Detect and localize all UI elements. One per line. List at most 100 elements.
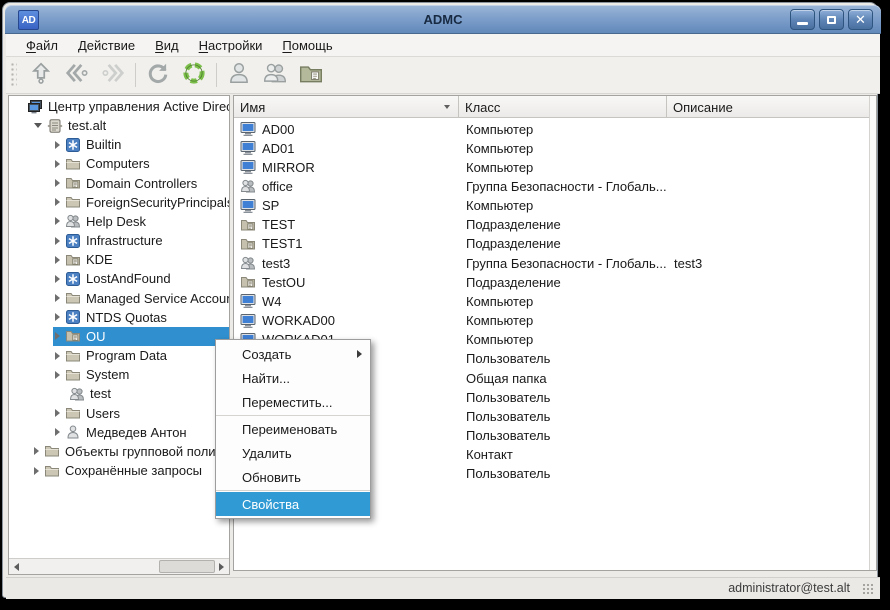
- expander-collapsed-icon[interactable]: [55, 371, 60, 379]
- scroll-left-button[interactable]: [9, 559, 24, 574]
- column-header-name[interactable]: Имя: [234, 96, 459, 118]
- cell-name: TEST1: [262, 236, 302, 251]
- table-row-test1[interactable]: TEST1Подразделение: [234, 234, 870, 253]
- menu-item-delete[interactable]: Удалить: [216, 441, 370, 465]
- tree-horizontal-scrollbar[interactable]: [9, 558, 229, 574]
- menubar-item-settings[interactable]: Настройки: [191, 36, 271, 55]
- column-header-description[interactable]: Описание: [667, 96, 870, 118]
- tree-item-test[interactable]: test: [9, 384, 229, 403]
- cell-class: Пользователь: [466, 466, 550, 481]
- table-row-sp[interactable]: SPКомпьютер: [234, 196, 870, 215]
- tree-item-label: Domain Controllers: [86, 176, 197, 191]
- table-row-ad00[interactable]: AD00Компьютер: [234, 120, 870, 139]
- table-row-test[interactable]: TESTПодразделение: [234, 215, 870, 234]
- table-row-testou[interactable]: TestOUПодразделение: [234, 273, 870, 292]
- back-button[interactable]: [59, 59, 95, 91]
- menubar-item-view[interactable]: Вид: [147, 36, 187, 55]
- expander-collapsed-icon[interactable]: [55, 160, 60, 168]
- tree-item-users[interactable]: Users: [9, 404, 229, 423]
- menu-item-properties[interactable]: Свойства: [216, 492, 370, 516]
- table-row-ad01[interactable]: AD01Компьютер: [234, 139, 870, 158]
- column-header-class[interactable]: Класс: [459, 96, 667, 118]
- expander-collapsed-icon[interactable]: [55, 179, 60, 187]
- options-button[interactable]: [176, 59, 212, 91]
- results-scrollbar-gutter[interactable]: [869, 96, 876, 570]
- tree-item-test.alt[interactable]: test.alt: [9, 116, 229, 135]
- computer-icon: [240, 140, 256, 156]
- menubar-item-action[interactable]: Действие: [70, 36, 143, 55]
- tree-item-infrastructure[interactable]: Infrastructure: [9, 231, 229, 250]
- tree-item-builtin[interactable]: Builtin: [9, 135, 229, 154]
- expander-collapsed-icon[interactable]: [34, 447, 39, 455]
- window-title: ADMC: [5, 12, 881, 27]
- tree-item-managed-service-accounts[interactable]: Managed Service Accounts: [9, 289, 229, 308]
- expander-collapsed-icon[interactable]: [55, 275, 60, 283]
- expander-collapsed-icon[interactable]: [55, 198, 60, 206]
- expander-collapsed-icon[interactable]: [55, 428, 60, 436]
- go-up-button[interactable]: [23, 59, 59, 91]
- tree-item-ou[interactable]: OU: [9, 327, 229, 346]
- tree-item-label: Центр управления Active Directo: [48, 99, 229, 114]
- forward-icon: [100, 60, 126, 91]
- toolbar-separator: [135, 63, 136, 87]
- create-group-button[interactable]: [257, 59, 293, 91]
- cell-class: Компьютер: [466, 122, 533, 137]
- expander-collapsed-icon[interactable]: [55, 256, 60, 264]
- toolbar-drag-handle[interactable]: [10, 62, 17, 88]
- titlebar[interactable]: AD ADMC ✕: [5, 5, 881, 34]
- tree-item-program-data[interactable]: Program Data: [9, 346, 229, 365]
- expander-collapsed-icon[interactable]: [34, 467, 39, 475]
- create-ou-button[interactable]: [293, 59, 329, 91]
- scroll-right-button[interactable]: [214, 559, 229, 574]
- tree-item-help-desk[interactable]: Help Desk: [9, 212, 229, 231]
- tree-item-объекты-групповой-полит[interactable]: Объекты групповой полит: [9, 442, 229, 461]
- forward-button[interactable]: [95, 59, 131, 91]
- expander-collapsed-icon[interactable]: [55, 294, 60, 302]
- tree-item-lostandfound[interactable]: LostAndFound: [9, 269, 229, 288]
- minimize-button[interactable]: [790, 9, 815, 30]
- create-user-button[interactable]: [221, 59, 257, 91]
- scrollbar-thumb[interactable]: [159, 560, 215, 573]
- table-row-test3[interactable]: test3Группа Безопасности - Глобаль...tes…: [234, 254, 870, 273]
- tree-item-domain-controllers[interactable]: Domain Controllers: [9, 174, 229, 193]
- menubar-item-file[interactable]: Файл: [18, 36, 66, 55]
- menu-item-move[interactable]: Переместить...: [216, 390, 370, 414]
- resize-grip[interactable]: [862, 583, 874, 595]
- menubar-item-help[interactable]: Помощь: [274, 36, 340, 55]
- expander-expanded-icon[interactable]: [34, 123, 42, 128]
- menu-item-create[interactable]: Создать: [216, 342, 370, 366]
- group-icon: [240, 255, 256, 271]
- ou-icon: [240, 217, 256, 233]
- expander-collapsed-icon[interactable]: [55, 352, 60, 360]
- cell-class: Компьютер: [466, 313, 533, 328]
- maximize-button[interactable]: [819, 9, 844, 30]
- menu-item-rename[interactable]: Переименовать: [216, 417, 370, 441]
- tree-item-ntds-quotas[interactable]: NTDS Quotas: [9, 308, 229, 327]
- tree-item-медведев-антон[interactable]: Медведев Антон: [9, 423, 229, 442]
- table-row-workad00[interactable]: WORKAD00Компьютер: [234, 311, 870, 330]
- domain-icon: [47, 118, 63, 134]
- table-row-mirror[interactable]: MIRRORКомпьютер: [234, 158, 870, 177]
- expander-collapsed-icon[interactable]: [55, 313, 60, 321]
- expander-collapsed-icon[interactable]: [55, 141, 60, 149]
- tree-item-label: test.alt: [68, 118, 106, 133]
- folder-icon: [65, 290, 81, 306]
- table-header: ИмяКлассОписание: [234, 96, 870, 118]
- expander-collapsed-icon[interactable]: [55, 409, 60, 417]
- menu-item-find[interactable]: Найти...: [216, 366, 370, 390]
- close-button[interactable]: ✕: [848, 9, 873, 30]
- table-row-w4[interactable]: W4Компьютер: [234, 292, 870, 311]
- tree-item-computers[interactable]: Computers: [9, 154, 229, 173]
- tree-item-system[interactable]: System: [9, 365, 229, 384]
- menu-item-refresh[interactable]: Обновить: [216, 465, 370, 489]
- tree-item-foreignsecurityprincipals[interactable]: ForeignSecurityPrincipals: [9, 193, 229, 212]
- table-row-office[interactable]: officeГруппа Безопасности - Глобаль...: [234, 177, 870, 196]
- tree-item-kde[interactable]: KDE: [9, 250, 229, 269]
- refresh-button[interactable]: [140, 59, 176, 91]
- expander-collapsed-icon[interactable]: [55, 332, 60, 340]
- expander-collapsed-icon[interactable]: [55, 237, 60, 245]
- maximize-icon: [827, 16, 836, 24]
- expander-collapsed-icon[interactable]: [55, 217, 60, 225]
- tree-item-центр-управления-active-directo[interactable]: Центр управления Active Directo: [9, 97, 229, 116]
- tree-item-сохранённые-запросы[interactable]: Сохранённые запросы: [9, 461, 229, 480]
